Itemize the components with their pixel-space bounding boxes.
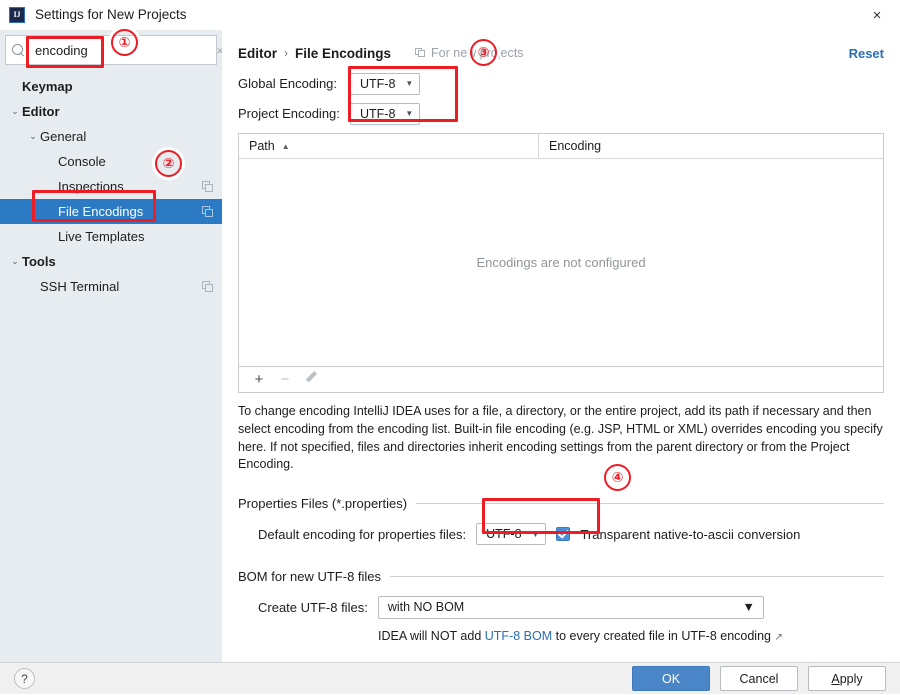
intellij-logo-icon: IJ <box>9 6 25 23</box>
chevron-down-icon[interactable]: ⌄ <box>8 106 22 117</box>
table-empty-message: Encodings are not configured <box>476 255 646 270</box>
default-properties-encoding-dropdown[interactable]: UTF-8 ▼ <box>476 523 547 545</box>
help-button[interactable]: ? <box>14 668 35 689</box>
column-header-path-label: Path <box>249 139 275 153</box>
table-toolbar: + − <box>238 367 884 393</box>
cancel-button[interactable]: Cancel <box>720 666 798 691</box>
dialog-footer: ? OK Cancel Apply <box>0 662 900 694</box>
chevron-down-icon: ▼ <box>742 600 755 614</box>
copy-settings-icon[interactable] <box>202 280 214 293</box>
project-encoding-label: Project Encoding: <box>238 106 340 121</box>
default-properties-encoding-value: UTF-8 <box>486 527 522 541</box>
properties-files-section-label: Properties Files (*.properties) <box>238 496 408 511</box>
footer-button-group: OK Cancel Apply <box>632 666 886 691</box>
edit-pencil-icon[interactable] <box>300 369 322 391</box>
apply-mnemonic: A <box>831 671 840 686</box>
global-encoding-label: Global Encoding: <box>238 76 338 91</box>
sidebar-item-live-templates[interactable]: Live Templates <box>0 224 222 249</box>
chevron-down-icon: ▼ <box>531 529 540 539</box>
table-header-row: Path ▲ Encoding <box>239 134 883 159</box>
sidebar-item-label: Editor <box>22 104 60 119</box>
dialog-body: × Keymap⌄Editor⌄GeneralConsoleInspection… <box>0 30 900 662</box>
default-properties-encoding-row: Default encoding for properties files: U… <box>238 521 884 547</box>
bom-hint-prefix: IDEA will NOT add <box>378 629 485 643</box>
copy-settings-icon[interactable] <box>202 205 214 218</box>
bom-section-label: BOM for new UTF-8 files <box>238 569 382 584</box>
settings-sidebar: × Keymap⌄Editor⌄GeneralConsoleInspection… <box>0 30 224 662</box>
logo-text: IJ <box>13 9 21 19</box>
default-properties-encoding-label: Default encoding for properties files: <box>258 526 467 542</box>
sidebar-item-tools[interactable]: ⌄ Tools <box>0 249 222 274</box>
sidebar-item-label: General <box>40 129 87 144</box>
encodings-description: To change encoding IntelliJ IDEA uses fo… <box>238 404 883 472</box>
remove-encoding-button[interactable]: − <box>274 369 296 391</box>
create-utf8-files-dropdown[interactable]: with NO BOM ▼ <box>377 595 764 619</box>
table-column-path[interactable]: Path ▲ <box>239 134 539 158</box>
breadcrumb-separator-icon: › <box>284 46 288 60</box>
sidebar-item-label: Inspections <box>58 179 124 194</box>
settings-content-pane: Editor › File Encodings For new projects… <box>222 30 900 662</box>
properties-files-section-title: Properties Files (*.properties) <box>238 496 884 511</box>
chevron-down-icon: ▼ <box>405 79 414 88</box>
global-encoding-dropdown[interactable]: UTF-8 ▼ <box>350 72 421 95</box>
for-new-projects-label: For new projects <box>415 46 523 60</box>
apply-button[interactable]: Apply <box>808 666 886 691</box>
sidebar-item-keymap[interactable]: Keymap <box>0 74 222 99</box>
sidebar-item-label: Live Templates <box>58 229 145 244</box>
sidebar-item-inspections[interactable]: Inspections <box>0 174 222 199</box>
global-encoding-row: Global Encoding: UTF-8 ▼ <box>238 70 884 97</box>
chevron-down-icon[interactable]: ⌄ <box>8 256 22 267</box>
sidebar-item-label: SSH Terminal <box>40 279 120 294</box>
add-encoding-button[interactable]: + <box>248 369 270 391</box>
copy-settings-icon[interactable] <box>202 180 214 193</box>
create-utf8-files-value: with NO BOM <box>387 600 465 614</box>
transparent-native-to-ascii-label: Transparent native-to-ascii conversion <box>580 526 801 542</box>
project-encoding-row: Project Encoding: UTF-8 ▼ <box>238 100 884 127</box>
sidebar-item-label: Keymap <box>22 79 73 94</box>
table-column-encoding[interactable]: Encoding <box>539 134 601 158</box>
breadcrumb-root[interactable]: Editor <box>238 46 277 61</box>
transparent-native-to-ascii-checkbox[interactable] <box>556 527 571 541</box>
utf8-bom-link[interactable]: UTF-8 BOM <box>485 629 552 643</box>
close-icon[interactable]: × <box>854 0 900 30</box>
sidebar-item-file-encodings[interactable]: File Encodings <box>0 199 222 224</box>
encodings-table: Path ▲ Encoding Encodings are not config… <box>238 133 884 367</box>
bom-hint-suffix: to every created file in UTF-8 encoding <box>552 629 771 643</box>
search-field[interactable]: × <box>5 35 224 65</box>
section-divider <box>416 503 884 504</box>
search-icon <box>12 43 25 57</box>
bom-section-title: BOM for new UTF-8 files <box>238 569 884 584</box>
search-input[interactable] <box>25 41 213 59</box>
external-link-icon: ↗ <box>774 632 783 643</box>
ok-button[interactable]: OK <box>632 666 710 691</box>
settings-tree: Keymap ⌄ Editor ⌄ General Console Inspections F… <box>0 74 222 299</box>
create-utf8-files-label: Create UTF-8 files: <box>258 599 368 615</box>
breadcrumb-leaf: File Encodings <box>295 45 392 61</box>
window-title: Settings for New Projects <box>35 7 187 22</box>
breadcrumb: Editor › File Encodings For new projects… <box>238 36 884 70</box>
project-encoding-dropdown[interactable]: UTF-8 ▼ <box>350 102 421 125</box>
for-new-projects-text: For new projects <box>431 46 524 60</box>
sidebar-item-ssh-terminal[interactable]: SSH Terminal <box>0 274 222 299</box>
sidebar-item-editor[interactable]: ⌄ Editor <box>0 99 222 124</box>
sidebar-item-label: Console <box>58 154 106 169</box>
global-encoding-value: UTF-8 <box>360 76 396 91</box>
create-utf8-files-row: Create UTF-8 files: with NO BOM ▼ <box>238 594 884 620</box>
column-header-encoding-label: Encoding <box>549 139 602 153</box>
section-divider <box>390 576 884 577</box>
bom-hint-text: IDEA will NOT add UTF-8 BOM to every cre… <box>238 629 884 643</box>
chevron-down-icon[interactable]: ⌄ <box>26 131 40 142</box>
sidebar-item-general[interactable]: ⌄ General <box>0 124 222 149</box>
chevron-down-icon: ▼ <box>405 109 414 118</box>
copy-settings-icon <box>415 47 426 59</box>
sidebar-item-label: Tools <box>22 254 56 269</box>
project-encoding-value: UTF-8 <box>360 106 396 121</box>
sort-ascending-icon: ▲ <box>281 141 290 151</box>
sidebar-item-console[interactable]: Console <box>0 149 222 174</box>
title-bar: IJ Settings for New Projects × <box>0 0 900 30</box>
sidebar-item-label: File Encodings <box>58 204 144 219</box>
reset-link[interactable]: Reset <box>849 46 884 61</box>
apply-label-rest: pply <box>839 671 863 686</box>
